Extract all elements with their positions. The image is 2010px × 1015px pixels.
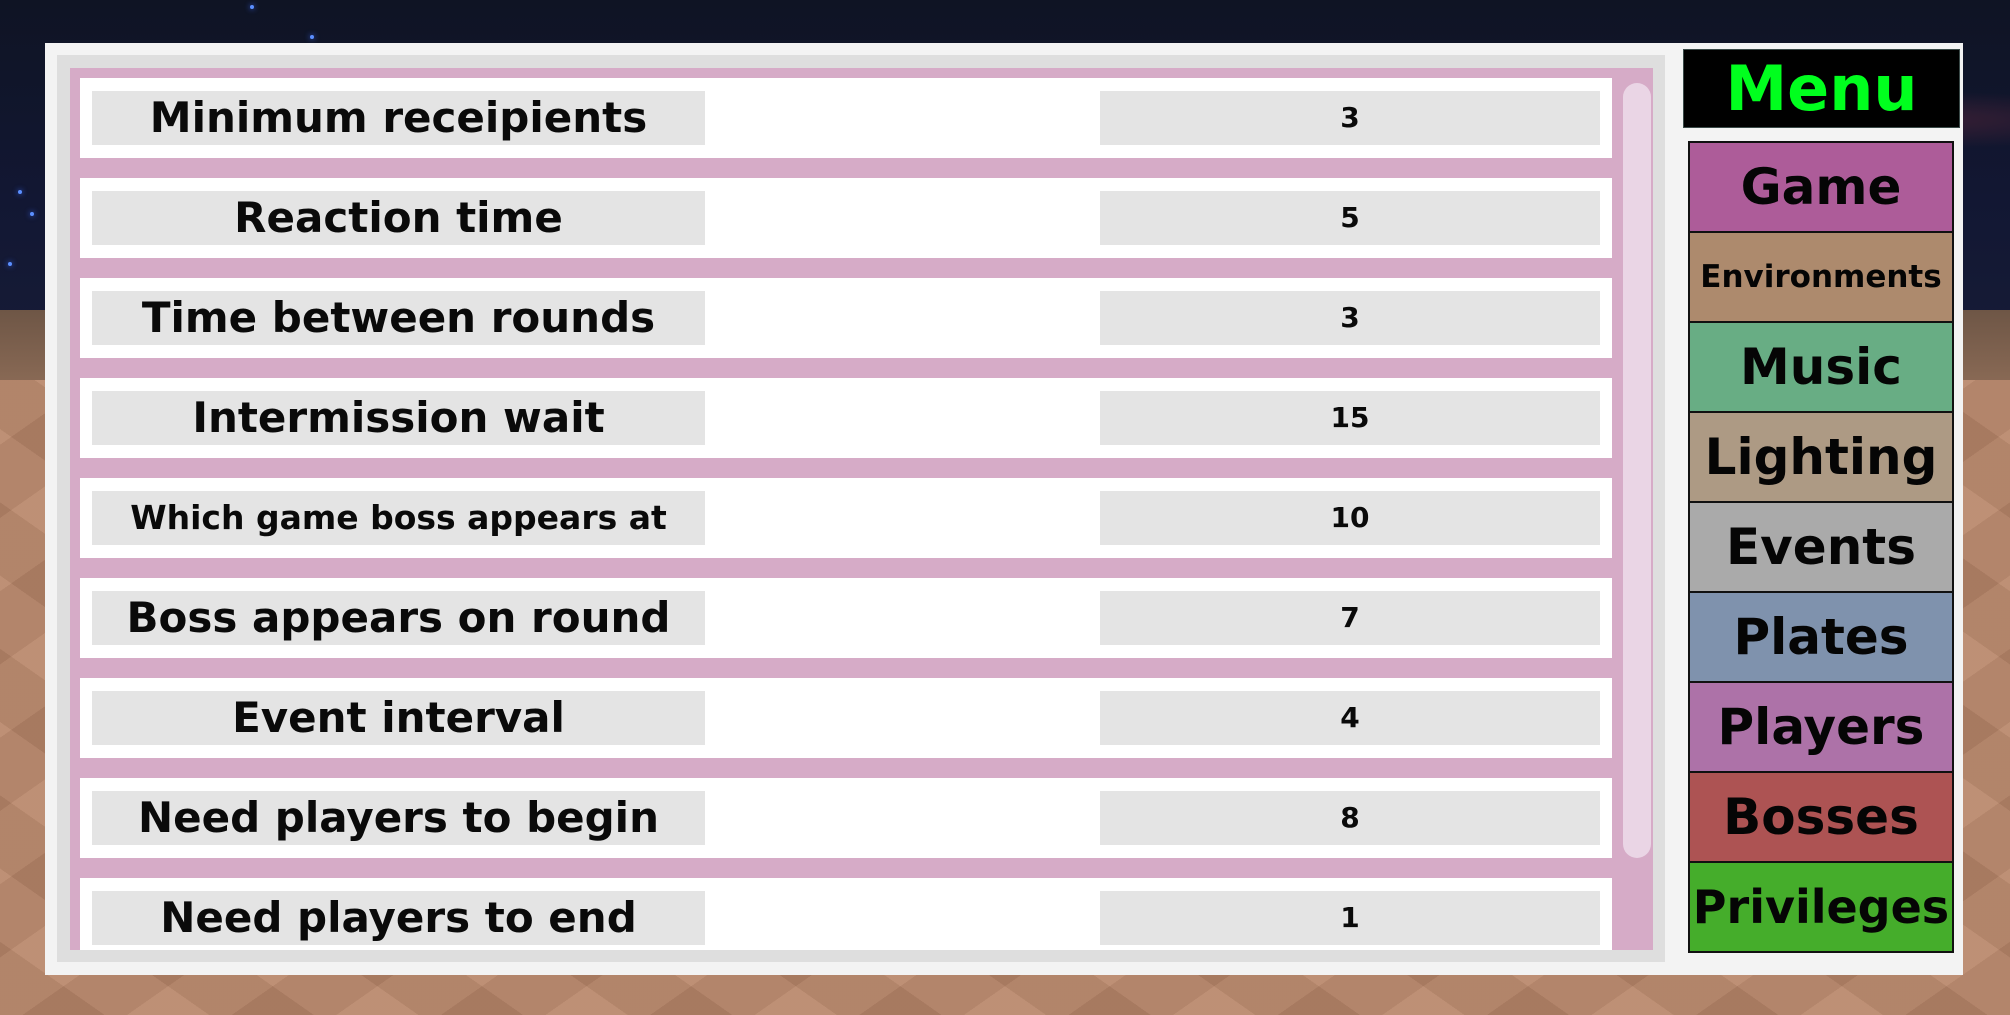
- menu-item-game[interactable]: Game: [1688, 141, 1954, 233]
- setting-value-input[interactable]: 15: [1100, 391, 1600, 445]
- setting-value-input[interactable]: 5: [1100, 191, 1600, 245]
- star: [250, 5, 254, 9]
- setting-row-reaction-time: Reaction time 5: [80, 178, 1612, 258]
- setting-value-input[interactable]: 3: [1100, 91, 1600, 145]
- menu-item-events[interactable]: Events: [1688, 501, 1954, 593]
- setting-row-event-interval: Event interval 4: [80, 678, 1612, 758]
- setting-label: Minimum receipients: [92, 91, 705, 145]
- setting-value-input[interactable]: 4: [1100, 691, 1600, 745]
- setting-label: Need players to end: [92, 891, 705, 945]
- scrollbar-thumb[interactable]: [1623, 83, 1651, 858]
- setting-row-minimum-recipients: Minimum receipients 3: [80, 78, 1612, 158]
- menu-item-privileges[interactable]: Privileges: [1688, 861, 1954, 953]
- setting-value-input[interactable]: 3: [1100, 291, 1600, 345]
- star: [310, 35, 314, 39]
- settings-list: Minimum receipients 3 Reaction time 5 Ti…: [70, 68, 1653, 950]
- setting-row-time-between-rounds: Time between rounds 3: [80, 278, 1612, 358]
- setting-label: Reaction time: [92, 191, 705, 245]
- menu-list: Game Environments Music Lighting Events …: [1688, 141, 1954, 953]
- menu-title: Menu: [1683, 49, 1960, 128]
- setting-value-input[interactable]: 1: [1100, 891, 1600, 945]
- star: [18, 190, 22, 194]
- menu-item-environments[interactable]: Environments: [1688, 231, 1954, 323]
- menu-item-music[interactable]: Music: [1688, 321, 1954, 413]
- setting-row-boss-game: Which game boss appears at 10: [80, 478, 1612, 558]
- setting-value-input[interactable]: 8: [1100, 791, 1600, 845]
- setting-value-input[interactable]: 7: [1100, 591, 1600, 645]
- setting-row-players-to-begin: Need players to begin 8: [80, 778, 1612, 858]
- setting-label: Intermission wait: [92, 391, 705, 445]
- setting-row-boss-round: Boss appears on round 7: [80, 578, 1612, 658]
- setting-value-input[interactable]: 10: [1100, 491, 1600, 545]
- star: [8, 262, 12, 266]
- setting-label: Time between rounds: [92, 291, 705, 345]
- setting-row-intermission-wait: Intermission wait 15: [80, 378, 1612, 458]
- star: [30, 212, 34, 216]
- menu-item-bosses[interactable]: Bosses: [1688, 771, 1954, 863]
- setting-row-players-to-end: Need players to end 1: [80, 878, 1612, 950]
- setting-label: Which game boss appears at: [92, 491, 705, 545]
- setting-label: Event interval: [92, 691, 705, 745]
- setting-label: Need players to begin: [92, 791, 705, 845]
- menu-item-plates[interactable]: Plates: [1688, 591, 1954, 683]
- menu-item-players[interactable]: Players: [1688, 681, 1954, 773]
- menu-item-lighting[interactable]: Lighting: [1688, 411, 1954, 503]
- setting-label: Boss appears on round: [92, 591, 705, 645]
